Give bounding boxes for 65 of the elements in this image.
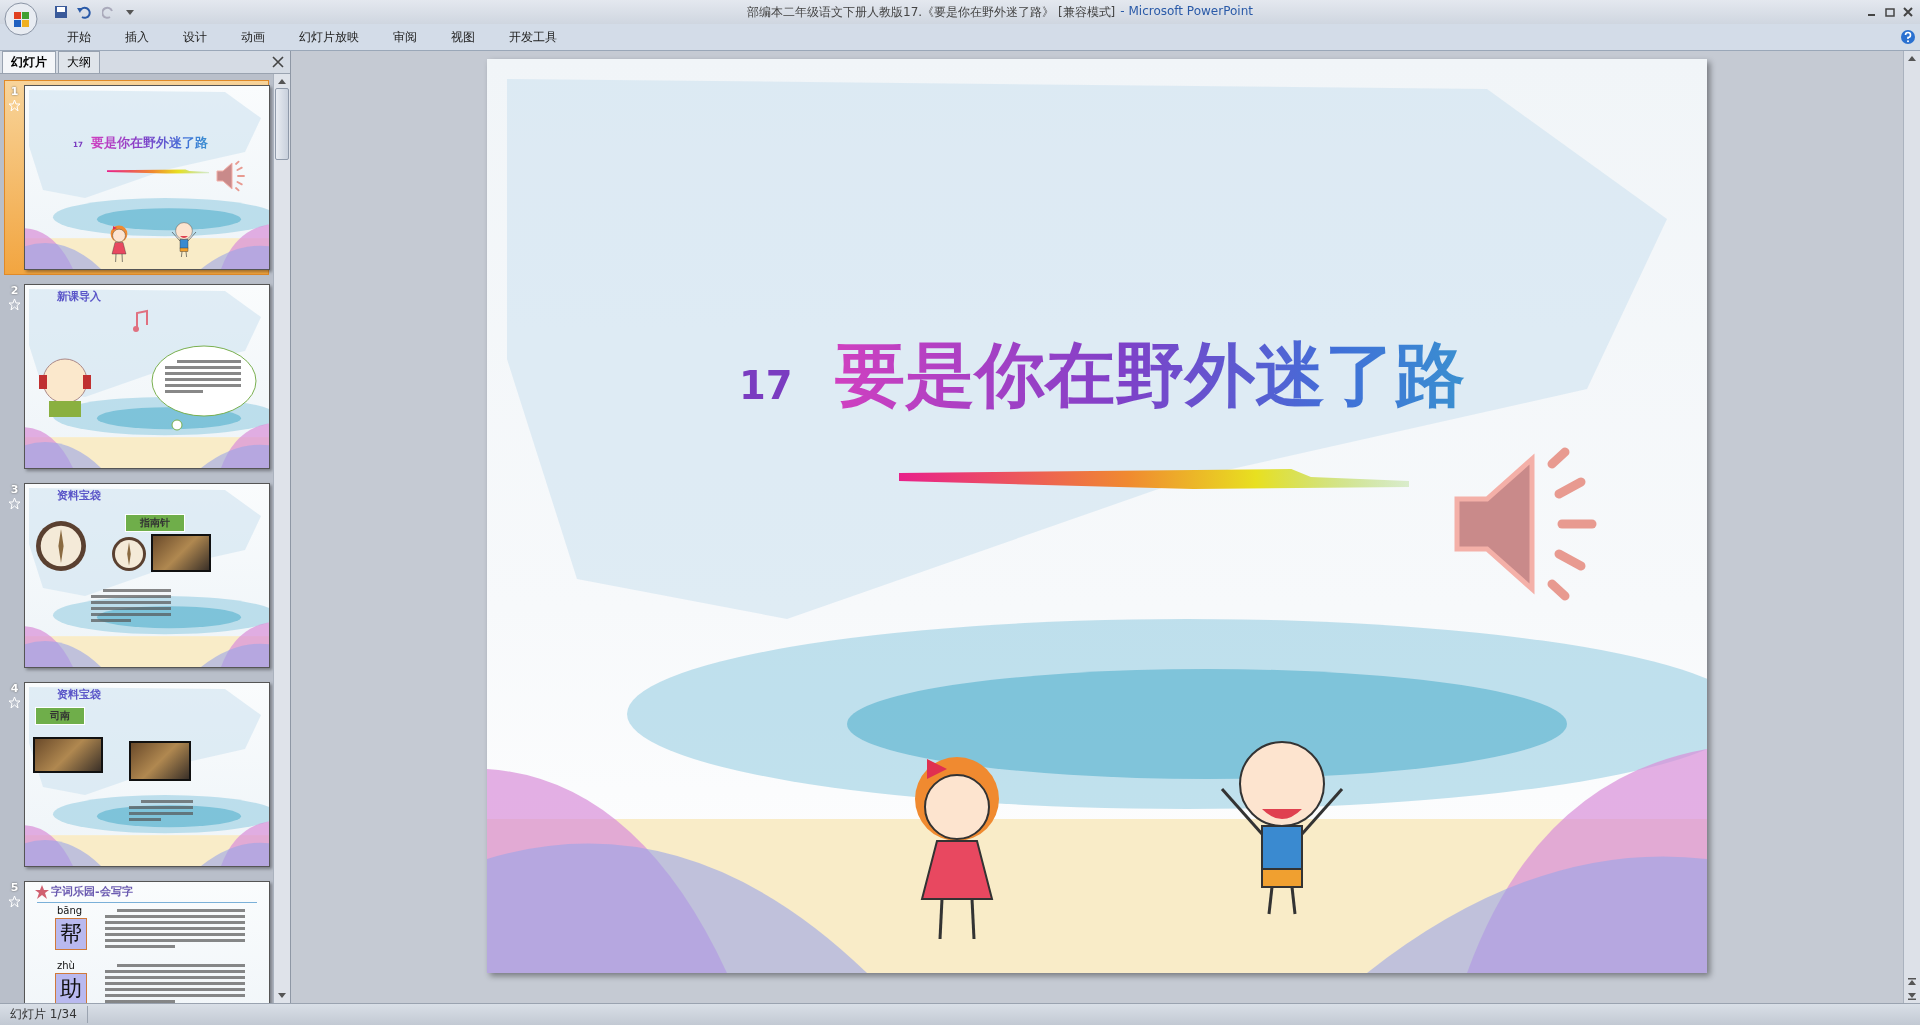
- slide-thumbnail[interactable]: 字词乐园-会写字 bāng 帮 zhù 助: [24, 881, 270, 1003]
- pane-tab[interactable]: 大纲: [58, 51, 100, 73]
- ribbon-tab[interactable]: 幻灯片放映: [282, 25, 376, 49]
- slide-number: 3: [10, 483, 19, 496]
- slide-number: 4: [10, 682, 19, 695]
- ribbon-tab[interactable]: 视图: [434, 25, 492, 49]
- ribbon-tab[interactable]: 动画: [224, 25, 282, 49]
- slide-number: 5: [10, 881, 19, 894]
- slide-label: 指南针: [125, 514, 185, 532]
- help-icon[interactable]: [1900, 29, 1916, 45]
- slide-thumbnail-row[interactable]: 4 资料宝袋 司南: [4, 677, 269, 872]
- star-icon: [9, 100, 20, 111]
- speaker-icon: [215, 160, 247, 192]
- save-icon[interactable]: [54, 5, 68, 19]
- slide-title: 要是你在野外迷了路: [90, 134, 208, 152]
- pinyin-text: bāng: [57, 905, 83, 916]
- close-icon[interactable]: [272, 56, 284, 68]
- star-icon: [9, 299, 20, 310]
- text-lines-drawing: [129, 799, 193, 823]
- petal-shapes-drawing: [201, 224, 269, 269]
- ribbon-tab[interactable]: 审阅: [376, 25, 434, 49]
- slide-heading: 资料宝袋: [57, 687, 101, 702]
- pane-tab[interactable]: 幻灯片: [2, 51, 56, 73]
- scrollbar-thumb[interactable]: [275, 88, 289, 160]
- star-icon: [9, 498, 20, 509]
- photo-placeholder: [129, 741, 191, 781]
- undo-icon[interactable]: [76, 5, 92, 19]
- slide-thumbnail-row[interactable]: 2 新课导入: [4, 279, 269, 474]
- chinese-character: 帮: [55, 918, 87, 950]
- petal-shapes-drawing: [201, 821, 269, 866]
- slide-number: 2: [10, 284, 19, 297]
- slide-number-text: 17: [739, 363, 793, 408]
- boy-cartoon-drawing: [169, 220, 199, 258]
- close-icon[interactable]: [1902, 6, 1914, 18]
- slide-counter: 幻灯片 1/34: [0, 1006, 88, 1023]
- photo-placeholder: [151, 534, 211, 572]
- music-note-icon: [131, 309, 151, 335]
- star-icon: [9, 697, 20, 708]
- ribbon-tab[interactable]: 插入: [108, 25, 166, 49]
- ribbon-tab[interactable]: 开发工具: [492, 25, 574, 49]
- restore-icon[interactable]: [1884, 6, 1896, 18]
- window-title: 部编本二年级语文下册人教版17.《要是你在野外迷了路》 [兼容模式]: [747, 3, 1116, 21]
- petal-shapes-drawing: [201, 622, 269, 667]
- slide-heading: 字词乐园-会写字: [51, 884, 133, 899]
- petal-shapes-drawing: [201, 423, 269, 468]
- star-icon: [35, 885, 49, 899]
- star-icon: [9, 896, 20, 907]
- slide-thumbnail[interactable]: 新课导入: [24, 284, 270, 469]
- chinese-character: 助: [55, 973, 87, 1003]
- slide-heading: 新课导入: [57, 289, 101, 304]
- slide-label: 司南: [35, 707, 85, 725]
- dropdown-caret-icon[interactable]: [126, 8, 134, 16]
- slide-number: 1: [10, 85, 19, 98]
- slide-thumbnail[interactable]: 资料宝袋 指南针: [24, 483, 270, 668]
- compass-drawing: [35, 520, 87, 572]
- photo-placeholder: [33, 737, 103, 773]
- app-name: - Microsoft PowerPoint: [1120, 3, 1253, 20]
- slide-thumbnail-row[interactable]: 3 资料宝袋 指南针: [4, 478, 269, 673]
- ribbon-tab[interactable]: 开始: [50, 25, 108, 49]
- slide-heading: 资料宝袋: [57, 488, 101, 503]
- compass-drawing: [111, 536, 147, 572]
- slide-thumbnail-row[interactable]: 5 字词乐园-会写字 bāng 帮 zhù 助: [4, 876, 269, 1003]
- ribbon-tab[interactable]: 设计: [166, 25, 224, 49]
- pinyin-text: zhù: [57, 960, 75, 971]
- slide-thumbnail[interactable]: 资料宝袋 司南: [24, 682, 270, 867]
